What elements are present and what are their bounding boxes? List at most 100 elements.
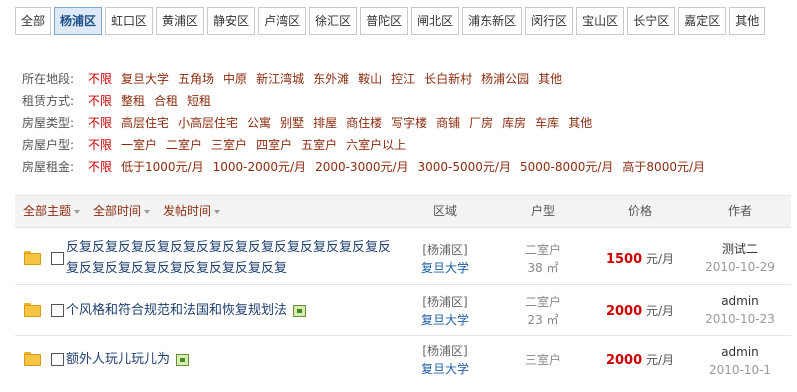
filter-option[interactable]: 不限 [88,134,112,156]
image-attachment-icon [293,304,307,317]
district-tab-zhabei[interactable]: 闸北区 [411,7,460,35]
filter-panel: 所在地段: 不限 复旦大学 五角场 中原 新江湾城 东外滩 鞍山 控江 长白新村… [22,68,782,178]
district-tab-putuo[interactable]: 普陀区 [360,7,409,35]
filter-option[interactable]: 商铺 [436,112,460,134]
author-cell: admin 2010-10-1 [695,343,785,379]
filter-option[interactable]: 写字楼 [391,112,427,134]
filter-option[interactable]: 控江 [391,68,415,90]
district-tab-baoshan[interactable]: 宝山区 [576,7,625,35]
filter-option[interactable]: 五角场 [178,68,214,90]
chevron-down-icon [74,209,81,214]
filter-label: 房屋租金: [22,160,75,174]
select-checkbox[interactable] [51,304,64,317]
column-header-author: 作者 [727,204,752,218]
filter-option[interactable]: 不限 [88,90,112,112]
filter-option[interactable]: 长白新村 [424,68,472,90]
list-item: 额外人玩儿玩儿为 [杨浦区] 复旦大学 三室户 2000 元/月 admin 2… [15,336,791,392]
filter-option[interactable]: 短租 [187,90,211,112]
district-tab-changning[interactable]: 长宁区 [627,7,676,35]
filter-option[interactable]: 不限 [88,112,112,134]
district-tab-xuhui[interactable]: 徐汇区 [309,7,358,35]
filter-option[interactable]: 鞍山 [358,68,382,90]
filter-option[interactable]: 小高层住宅 [178,112,238,134]
area-cell: [杨浦区] 复旦大学 [410,241,480,277]
filter-option[interactable]: 杨浦公园 [481,68,529,90]
filter-option[interactable]: 不限 [88,156,112,178]
filter-option[interactable]: 高层住宅 [121,112,169,134]
filter-option[interactable]: 5000-8000元/月 [520,156,613,178]
filter-option[interactable]: 1000-2000元/月 [213,156,306,178]
room-size: 23 ㎡ [527,313,559,327]
select-checkbox[interactable] [51,252,64,265]
author-name[interactable]: admin [695,292,785,310]
filter-option[interactable]: 商住楼 [346,112,382,134]
author-name[interactable]: 测试二 [695,240,785,258]
filter-option[interactable]: 厂房 [469,112,493,134]
district-tab-pudong[interactable]: 浦东新区 [462,7,523,35]
list-header: 全部主题 全部时间 发帖时间 区域 户型 价格 作者 [15,195,791,228]
filter-option[interactable]: 六室户以上 [346,134,406,156]
district-tab-luwan[interactable]: 卢湾区 [258,7,307,35]
filter-option[interactable]: 二室户 [166,134,202,156]
filter-option[interactable]: 不限 [88,68,112,90]
filter-option[interactable]: 五室户 [301,134,337,156]
filter-option[interactable]: 三室户 [211,134,247,156]
chevron-down-icon [144,209,151,214]
author-name[interactable]: admin [695,343,785,361]
district-tab-hongkou[interactable]: 虹口区 [105,7,154,35]
district-tab-other[interactable]: 其他 [729,7,766,35]
location-link[interactable]: 复旦大学 [410,311,480,329]
filter-label: 房屋类型: [22,116,75,130]
price-cell: 1500 元/月 [600,250,680,267]
select-checkbox[interactable] [51,353,64,366]
area-cell: [杨浦区] 复旦大学 [410,342,480,378]
sort-post-time-dropdown[interactable]: 发帖时间 [163,196,221,227]
district-tab-yangpu[interactable]: 杨浦区 [54,7,103,35]
filter-option[interactable]: 库房 [502,112,526,134]
filter-option[interactable]: 其他 [538,68,562,90]
sort-time-dropdown[interactable]: 全部时间 [93,196,151,227]
room-type: 三室户 [524,353,561,367]
filter-option[interactable]: 新江湾城 [256,68,304,90]
column-header-area: 区域 [432,204,457,218]
filter-option[interactable]: 合租 [154,90,178,112]
filter-option[interactable]: 高于8000元/月 [622,156,705,178]
room-size: 38 ㎡ [527,261,559,275]
price-cell: 2000 元/月 [600,351,680,368]
post-date: 2010-10-29 [705,260,775,274]
filter-option[interactable]: 2000-3000元/月 [315,156,408,178]
location-link[interactable]: 复旦大学 [410,360,480,378]
room-type-cell: 二室户 23 ㎡ [508,293,578,329]
district-tab-all[interactable]: 全部 [15,7,52,35]
filter-option[interactable]: 排屋 [313,112,337,134]
filter-option[interactable]: 中原 [223,68,247,90]
filter-option[interactable]: 东外滩 [313,68,349,90]
sort-time-label: 全部时间 [93,204,142,218]
sort-post-time-label: 发帖时间 [163,204,212,218]
district-tab-huangpu[interactable]: 黄浦区 [156,7,205,35]
filter-option[interactable]: 一室户 [121,134,157,156]
filter-option[interactable]: 别墅 [280,112,304,134]
district-tab-jingan[interactable]: 静安区 [207,7,256,35]
filter-label: 所在地段: [22,72,75,86]
location-link[interactable]: 复旦大学 [410,259,480,277]
filter-option[interactable]: 车库 [535,112,559,134]
filter-option[interactable]: 低于1000元/月 [121,156,204,178]
listing-title-link[interactable]: 额外人玩儿玩儿为 [66,352,170,367]
listing-title-link[interactable]: 反复反复反复反复反复反复反复反复反复反复反复反复反复反复反复反复反复反复反复反复… [66,237,396,279]
district-tab-jiading[interactable]: 嘉定区 [678,7,727,35]
filter-option[interactable]: 复旦大学 [121,68,169,90]
filter-option[interactable]: 3000-5000元/月 [418,156,511,178]
filter-option[interactable]: 其他 [568,112,592,134]
price-value: 2000 [605,304,643,319]
filter-label: 租赁方式: [22,94,75,108]
post-date: 2010-10-1 [708,363,772,377]
filter-option[interactable]: 整租 [121,90,145,112]
sort-topic-dropdown[interactable]: 全部主题 [23,196,81,227]
district-tab-minhang[interactable]: 闵行区 [525,7,574,35]
filter-option[interactable]: 四室户 [256,134,292,156]
folder-icon [24,303,41,317]
filter-option[interactable]: 公寓 [247,112,271,134]
listing-title-link[interactable]: 个风格和符合规范和法国和恢复规划法 [66,303,287,318]
filter-row-lease-type: 租赁方式: 不限 整租 合租 短租 [22,90,782,112]
